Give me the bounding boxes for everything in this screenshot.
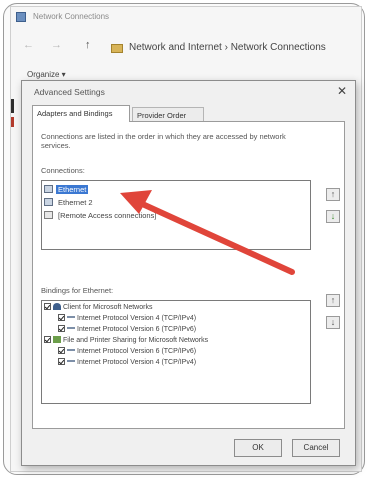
window-titlebar: Network Connections: [11, 7, 361, 27]
adapters-bindings-panel: Connections are listed in the order in w…: [32, 121, 345, 429]
move-connection-down-button[interactable]: ↓: [326, 210, 340, 223]
connection-item-ethernet-2[interactable]: Ethernet 2: [44, 197, 95, 208]
move-connection-up-button[interactable]: ↑: [326, 188, 340, 201]
window-title: Network Connections: [33, 12, 110, 21]
bindings-label: Bindings for Ethernet:: [41, 286, 114, 295]
protocol-icon: [67, 327, 75, 329]
binding-item[interactable]: Internet Protocol Version 6 (TCP/IPv6): [58, 325, 196, 335]
protocol-icon: [67, 349, 75, 351]
binding-label: Internet Protocol Version 4 (TCP/IPv4): [77, 359, 197, 366]
checkbox-checked[interactable]: [58, 325, 65, 332]
binding-label: File and Printer Sharing for Microsoft N…: [63, 337, 209, 344]
back-arrow-icon[interactable]: ←: [23, 39, 34, 51]
checkbox-checked[interactable]: [44, 336, 51, 343]
binding-item[interactable]: Internet Protocol Version 4 (TCP/IPv4): [58, 314, 196, 324]
forward-arrow-icon[interactable]: →: [51, 39, 62, 51]
binding-item[interactable]: File and Printer Sharing for Microsoft N…: [44, 336, 208, 346]
remote-access-icon: [44, 211, 53, 219]
network-adapter-icon: [44, 185, 53, 193]
connection-label: [Remote Access connections]: [58, 211, 157, 220]
move-binding-up-button[interactable]: ↑: [326, 294, 340, 307]
address-path[interactable]: Network and Internet › Network Connectio…: [129, 42, 326, 53]
tab-adapters-and-bindings[interactable]: Adapters and Bindings: [32, 105, 130, 122]
connections-label: Connections:: [41, 166, 85, 175]
bindings-list[interactable]: Client for Microsoft Networks Internet P…: [41, 300, 311, 404]
connection-label: Ethernet: [56, 185, 89, 194]
move-binding-down-button[interactable]: ↓: [326, 316, 340, 329]
organize-menu[interactable]: Organize ▾: [27, 70, 66, 79]
dialog-title: Advanced Settings: [34, 87, 105, 97]
checkbox-checked[interactable]: [44, 303, 51, 310]
network-folder-icon: [16, 12, 26, 22]
checkbox-checked[interactable]: [58, 347, 65, 354]
binding-label: Internet Protocol Version 4 (TCP/IPv4): [77, 315, 197, 322]
ok-button[interactable]: OK: [234, 439, 282, 457]
close-icon[interactable]: ✕: [337, 85, 347, 97]
connections-description: Connections are listed in the order in w…: [41, 132, 286, 150]
client-icon: [53, 303, 61, 310]
sidebar-edge-mark-red: [11, 117, 14, 127]
binding-item[interactable]: Internet Protocol Version 6 (TCP/IPv6): [58, 347, 196, 357]
cancel-button[interactable]: Cancel: [292, 439, 340, 457]
network-adapter-icon: [44, 198, 53, 206]
protocol-icon: [67, 316, 75, 318]
address-folder-icon: [111, 44, 123, 53]
up-arrow-icon[interactable]: ↑: [85, 39, 91, 51]
connections-list[interactable]: Ethernet Ethernet 2 [Remote Access conne…: [41, 180, 311, 250]
protocol-icon: [67, 360, 75, 362]
checkbox-checked[interactable]: [58, 314, 65, 321]
binding-label: Internet Protocol Version 6 (TCP/IPv6): [77, 326, 197, 333]
binding-item[interactable]: Client for Microsoft Networks: [44, 303, 152, 313]
connection-label: Ethernet 2: [58, 198, 93, 207]
share-icon: [53, 336, 61, 343]
advanced-settings-dialog: Advanced Settings ✕ Adapters and Binding…: [21, 80, 356, 466]
checkbox-checked[interactable]: [58, 358, 65, 365]
binding-label: Client for Microsoft Networks: [63, 304, 153, 311]
connection-item-remote-access[interactable]: [Remote Access connections]: [44, 210, 158, 221]
binding-item[interactable]: Internet Protocol Version 4 (TCP/IPv4): [58, 358, 196, 368]
connection-item-ethernet[interactable]: Ethernet: [44, 184, 89, 195]
address-bar[interactable]: ← → ↑ Network and Internet › Network Con…: [11, 35, 361, 57]
binding-label: Internet Protocol Version 6 (TCP/IPv6): [77, 348, 197, 355]
sidebar-edge-mark: [11, 99, 14, 113]
